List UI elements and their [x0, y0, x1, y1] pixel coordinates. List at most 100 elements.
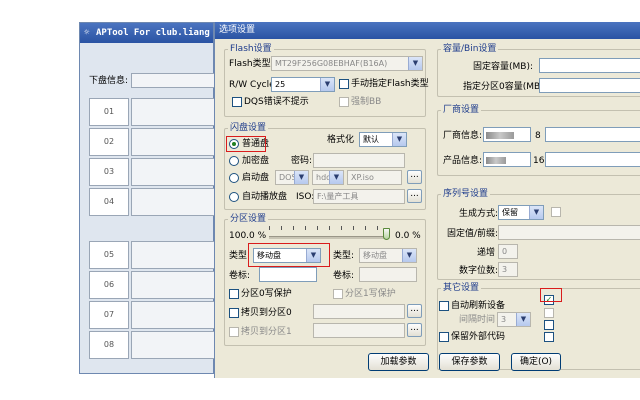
partition1-write-protect-checkbox[interactable] — [333, 289, 343, 299]
partition0-write-protect-checkbox[interactable] — [229, 289, 239, 299]
partition1-write-protect-label: 分区1写保护 — [345, 289, 396, 299]
copy-to-partition0-label: 拷贝到分区0 — [241, 308, 292, 318]
autoplay-disk-radio[interactable] — [229, 192, 239, 202]
serial-prefix-field[interactable] — [498, 225, 640, 240]
flash-type-select[interactable]: MT29F256G08EBHAF(B16A)(2CA40832A ▼ — [271, 56, 423, 71]
right-option-checkbox-4[interactable] — [544, 332, 554, 342]
copy-to-partition0-checkbox[interactable] — [229, 308, 239, 318]
copy-to-partition1-path[interactable] — [313, 323, 405, 338]
format-select[interactable]: 默认 ▼ — [359, 132, 407, 147]
serial-extra-checkbox[interactable] — [551, 207, 561, 217]
autoplay-disk-label: 自动播放盘 — [242, 192, 288, 202]
keep-external-code-checkbox[interactable] — [439, 332, 449, 342]
boot-image-browse-button[interactable]: ... — [407, 170, 422, 184]
vendor-info-field[interactable] — [483, 127, 531, 142]
highlight-normal-disk — [226, 136, 266, 152]
serial-digits-field[interactable]: 3 — [498, 262, 518, 277]
iso-path-field[interactable]: F:\量产工具\Chipsbank\C — [313, 189, 405, 204]
partition-settings-legend: 分区设置 — [228, 214, 269, 225]
manual-flash-label: 手动指定Flash类型 — [351, 79, 429, 89]
serial-increment-field[interactable]: 0 — [498, 244, 518, 259]
aptool-title-bar: ☼ APTool For club.liang — [80, 23, 213, 43]
boot-disk-radio[interactable] — [229, 173, 239, 183]
serial-digits-label: 数字位数: — [459, 266, 499, 276]
partition0-volume-field[interactable] — [259, 267, 317, 282]
options-dialog: 选项设置 Flash设置 Flash类型: MT29F256G08EBHAF(B… — [214, 22, 640, 378]
udisk-settings-legend: 闪盘设置 — [228, 123, 269, 134]
serial-settings-legend: 序列号设置 — [441, 189, 491, 200]
rw-cycle-value: 25 — [275, 80, 286, 89]
boot-device-select[interactable]: hdd ▼ — [312, 170, 344, 185]
vendor-settings-legend: 厂商设置 — [441, 105, 482, 116]
chevron-down-icon: ▼ — [529, 206, 543, 219]
partition1-type-label: 类型: — [333, 251, 355, 261]
partition-slider-track[interactable] — [269, 236, 387, 239]
product-info-field[interactable] — [483, 152, 531, 167]
highlight-partition-type — [248, 243, 330, 267]
serial-mode-label: 生成方式: — [459, 209, 499, 219]
force-bb-label: 强制BB — [351, 97, 382, 107]
partition0-capacity-label: 指定分区0容量(MB): — [463, 82, 547, 92]
slot-04[interactable]: 04 — [89, 188, 129, 216]
load-params-button[interactable]: 加载参数 — [368, 353, 429, 371]
partition1-volume-label: 卷标: — [333, 271, 355, 281]
ok-button[interactable]: 确定(O) — [511, 353, 561, 371]
boot-image-field[interactable]: XP.iso — [347, 170, 402, 185]
force-bb-checkbox[interactable] — [339, 97, 349, 107]
format-value: 默认 — [363, 135, 379, 144]
rw-cycle-select[interactable]: 25 ▼ — [271, 77, 335, 92]
chevron-down-icon: ▼ — [294, 171, 308, 184]
slot-03[interactable]: 03 — [89, 158, 129, 186]
password-field[interactable] — [313, 153, 405, 168]
copy-to-partition0-path[interactable] — [313, 304, 405, 319]
copy-to-partition1-checkbox[interactable] — [229, 327, 239, 337]
serial-increment-value: 0 — [502, 247, 508, 256]
fixed-capacity-field[interactable] — [539, 58, 640, 73]
boot-type-select[interactable]: DOS ▼ — [275, 170, 309, 185]
boot-disk-label: 启动盘 — [242, 173, 270, 183]
vendor-length: 8 — [535, 131, 541, 141]
product-extra-field[interactable] — [545, 152, 640, 167]
auto-refresh-label: 自动刷新设备 — [451, 301, 506, 311]
serial-mode-select[interactable]: 保留 ▼ — [498, 205, 544, 220]
slot-06[interactable]: 06 — [89, 271, 129, 299]
right-option-checkbox-3[interactable] — [544, 320, 554, 330]
disk-info-field — [131, 73, 215, 88]
redacted-vendor — [486, 132, 514, 139]
iso-browse-button[interactable]: ... — [407, 189, 422, 203]
partition1-volume-field[interactable] — [359, 267, 417, 282]
partition0-write-protect-label: 分区0写保护 — [241, 289, 292, 299]
copy-to-partition0-browse-button[interactable]: ... — [407, 304, 422, 318]
flash-settings-legend: Flash设置 — [228, 44, 274, 55]
iso-label: ISO: — [296, 192, 315, 202]
aptool-window: ☼ APTool For club.liang 下盘信息: 01 02 03 0… — [79, 22, 215, 374]
chevron-down-icon: ▼ — [320, 78, 334, 91]
password-label: 密码: — [291, 156, 313, 166]
slot-07-status — [131, 301, 215, 329]
partition-slider-thumb[interactable] — [382, 228, 390, 240]
vendor-extra-field[interactable] — [545, 127, 640, 142]
slot-02[interactable]: 02 — [89, 128, 129, 156]
slot-07[interactable]: 07 — [89, 301, 129, 329]
slot-08[interactable]: 08 — [89, 331, 129, 359]
right-option-checkbox-2[interactable] — [544, 308, 554, 318]
partition0-volume-label: 卷标: — [229, 271, 251, 281]
copy-to-partition1-browse-button[interactable]: ... — [407, 323, 422, 337]
dqs-checkbox[interactable] — [232, 97, 242, 107]
encrypt-disk-radio[interactable] — [229, 156, 239, 166]
partition1-type-select[interactable]: 移动盘 ▼ — [359, 248, 417, 263]
serial-increment-label: 递增 — [477, 248, 496, 258]
capacity-settings-legend: 容量/Bin设置 — [441, 44, 499, 55]
serial-digits-value: 3 — [502, 265, 508, 274]
refresh-interval-select[interactable]: 3 ▼ — [497, 312, 531, 327]
save-params-button[interactable]: 保存参数 — [439, 353, 500, 371]
partition0-capacity-field[interactable] — [539, 78, 640, 93]
slot-05-status — [131, 241, 215, 269]
slot-05[interactable]: 05 — [89, 241, 129, 269]
manual-flash-checkbox[interactable] — [339, 79, 349, 89]
partition1-type-value: 移动盘 — [363, 251, 387, 260]
slot-03-status — [131, 158, 215, 186]
auto-refresh-checkbox[interactable] — [439, 301, 449, 311]
encrypt-disk-label: 加密盘 — [242, 156, 270, 166]
slot-01[interactable]: 01 — [89, 98, 129, 126]
